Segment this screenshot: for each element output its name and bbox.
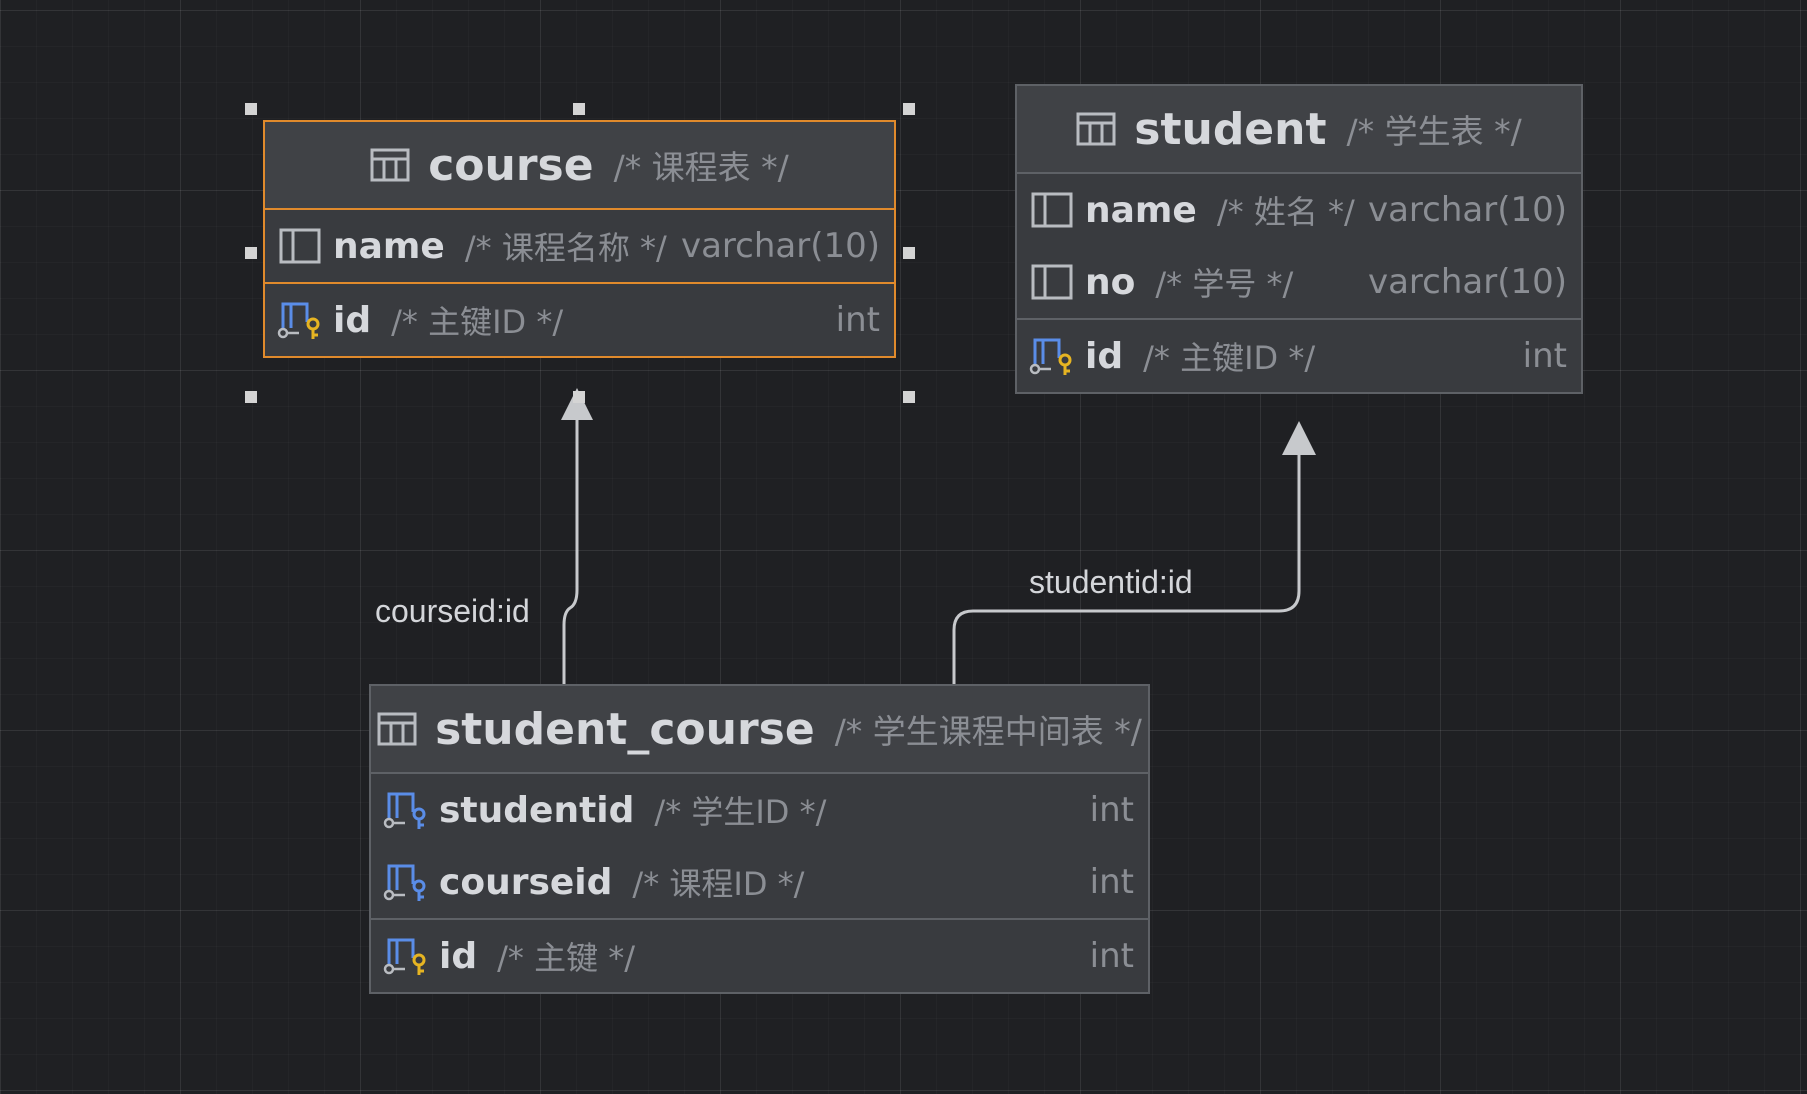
column-type: int — [1089, 936, 1134, 976]
column-name: id — [333, 299, 372, 341]
table-name: student_course — [435, 703, 815, 755]
column-comment: /* 主键ID */ — [391, 303, 564, 341]
column-name: id — [1085, 335, 1124, 377]
column-type: varchar(10) — [1367, 190, 1567, 230]
table-comment: /* 学生课程中间表 */ — [834, 712, 1142, 751]
column-name: name — [333, 225, 445, 267]
column-type: varchar(10) — [1367, 262, 1567, 302]
column-name: courseid — [439, 861, 613, 903]
key-row[interactable]: id /* 主键ID */ int — [265, 282, 894, 356]
column-comment: /* 学号 */ — [1155, 265, 1294, 303]
resize-handle-top[interactable] — [573, 103, 585, 115]
column-row[interactable]: no /* 学号 */ varchar(10) — [1017, 246, 1581, 318]
edge-label-courseid: courseid:id — [375, 593, 530, 629]
column-name: name — [1085, 189, 1197, 231]
key-row[interactable]: id /* 主键ID */ int — [1017, 318, 1581, 392]
key-row[interactable]: id /* 主键 */ int — [371, 918, 1148, 992]
table-header: student_course /* 学生课程中间表 */ — [371, 686, 1148, 774]
column-icon — [279, 228, 321, 264]
column-row[interactable]: courseid /* 课程ID */ int — [371, 846, 1148, 918]
resize-handle-bottom-right[interactable] — [903, 391, 915, 403]
table-course[interactable]: course /* 课程表 */ name /* 课程名称 */ varchar… — [263, 120, 896, 358]
column-type: int — [1522, 336, 1567, 376]
column-comment: /* 主键ID */ — [1143, 339, 1316, 377]
table-name: student — [1134, 103, 1327, 155]
column-row[interactable]: name /* 姓名 */ varchar(10) — [1017, 174, 1581, 246]
column-comment: /* 姓名 */ — [1216, 193, 1355, 231]
table-name: course — [428, 139, 594, 191]
column-row[interactable]: name /* 课程名称 */ varchar(10) — [265, 210, 894, 282]
edge-courseid[interactable] — [562, 420, 579, 684]
resize-handle-bottom-left[interactable] — [245, 391, 257, 403]
resize-handle-top-right[interactable] — [903, 103, 915, 115]
primary-key-icon — [1029, 338, 1072, 375]
foreign-key-icon — [383, 864, 426, 901]
diagram-canvas[interactable]: courseid:id studentid:id course /* 课程表 *… — [0, 0, 1807, 1094]
table-icon — [377, 712, 417, 746]
column-row[interactable]: studentid /* 学生ID */ int — [371, 774, 1148, 846]
column-comment: /* 课程名称 */ — [464, 229, 667, 267]
table-header: course /* 课程表 */ — [265, 122, 894, 210]
resize-handle-right[interactable] — [903, 247, 915, 259]
table-comment: /* 课程表 */ — [613, 148, 789, 187]
table-icon — [1076, 112, 1116, 146]
column-comment: /* 课程ID */ — [632, 865, 805, 903]
resize-handle-bottom[interactable] — [573, 391, 585, 403]
resize-handle-top-left[interactable] — [245, 103, 257, 115]
column-type: int — [1089, 790, 1134, 830]
column-type: int — [1089, 862, 1134, 902]
column-icon — [1031, 192, 1073, 228]
column-name: id — [439, 935, 478, 977]
table-comment: /* 学生表 */ — [1346, 112, 1522, 151]
edge-studentid-arrow — [1282, 421, 1316, 455]
column-comment: /* 学生ID */ — [654, 793, 827, 831]
foreign-key-icon — [383, 792, 426, 829]
table-student[interactable]: student /* 学生表 */ name /* 姓名 */ varchar(… — [1015, 84, 1583, 394]
primary-key-icon — [383, 938, 426, 975]
column-type: int — [835, 300, 880, 340]
table-header: student /* 学生表 */ — [1017, 86, 1581, 174]
column-name: studentid — [439, 789, 635, 831]
resize-handle-left[interactable] — [245, 247, 257, 259]
column-comment: /* 主键 */ — [497, 939, 636, 977]
table-icon — [370, 148, 410, 182]
edge-label-studentid: studentid:id — [1029, 564, 1193, 600]
column-name: no — [1085, 261, 1136, 303]
column-type: varchar(10) — [680, 226, 880, 266]
primary-key-icon — [277, 302, 320, 339]
column-icon — [1031, 264, 1073, 300]
table-student-course[interactable]: student_course /* 学生课程中间表 */ studentid /… — [369, 684, 1150, 994]
